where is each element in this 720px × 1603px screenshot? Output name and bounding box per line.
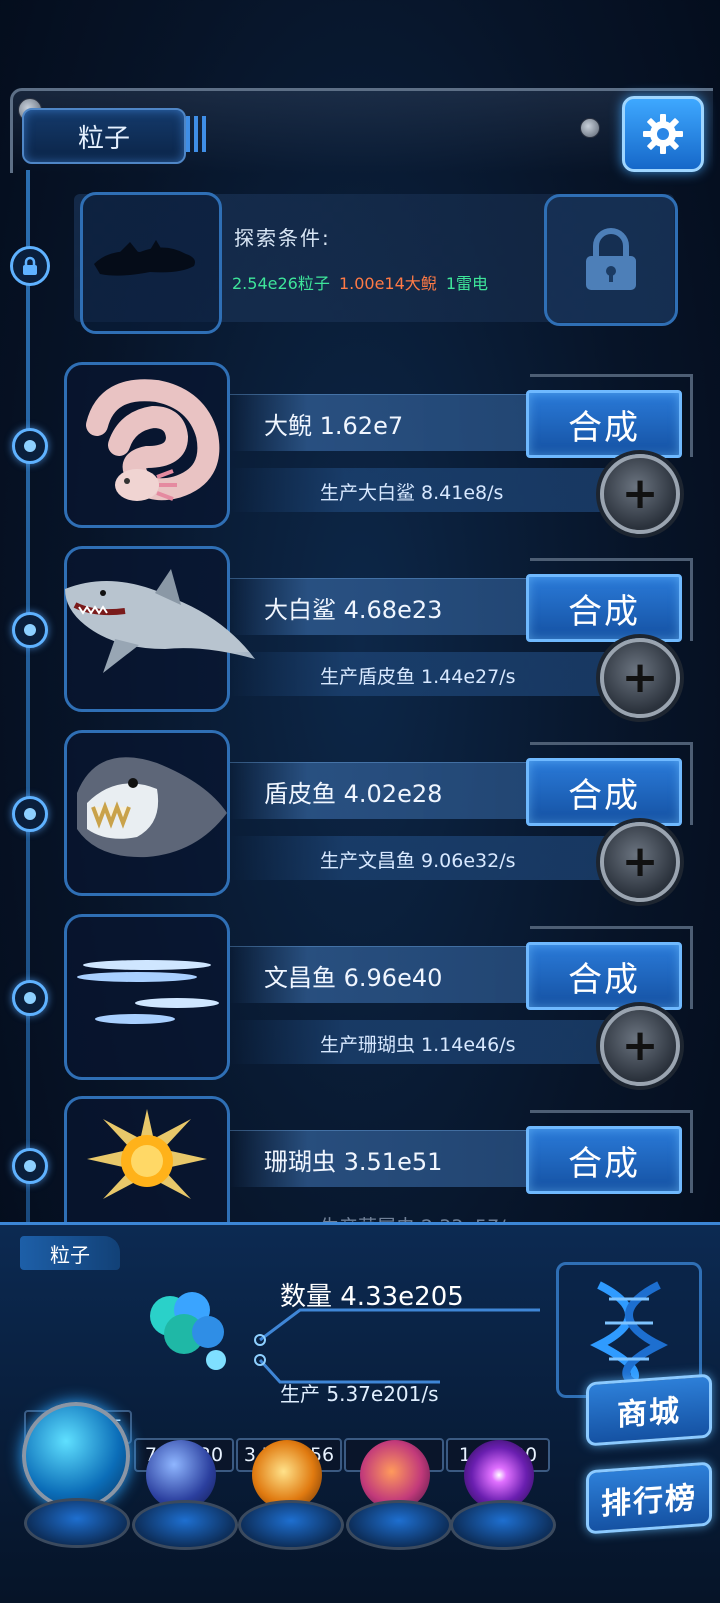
- creature-thumbnail-amphioxus: [64, 914, 230, 1080]
- requirement-particle: 2.54e26粒子: [232, 274, 330, 293]
- coral-polyp-icon: [87, 1109, 207, 1199]
- shark-icon: [65, 569, 255, 673]
- requirement-lightning: 1雷电: [445, 274, 489, 293]
- plus-icon: +: [621, 1020, 659, 1071]
- settings-button[interactable]: [622, 96, 704, 172]
- synthesize-button-placoderm[interactable]: 合成: [526, 758, 682, 826]
- resource-tag: 粒子: [20, 1236, 120, 1270]
- particle-cluster-icon: [150, 1292, 226, 1370]
- production-amphioxus: 生产珊瑚虫 1.14e46/s: [320, 1034, 516, 1056]
- plus-icon: +: [621, 652, 659, 703]
- shop-button[interactable]: 商城: [586, 1373, 712, 1447]
- leaderboard-button[interactable]: 排行榜: [586, 1461, 712, 1535]
- particle-orb-icon[interactable]: [22, 1402, 130, 1510]
- progress-rail: [26, 170, 30, 1230]
- lock-node-icon: [10, 246, 50, 286]
- orb-pedestal: [450, 1500, 556, 1550]
- orb-pedestal: [132, 1500, 238, 1550]
- synthesize-button-amphioxus[interactable]: 合成: [526, 942, 682, 1010]
- salamander-icon: [86, 379, 220, 501]
- rail-node: [12, 428, 48, 464]
- creature-name-coral-polyp: 珊瑚虫 3.51e51: [264, 1148, 443, 1176]
- page-title: 粒子: [22, 108, 186, 164]
- synthesize-button-great-white-shark[interactable]: 合成: [526, 574, 682, 642]
- resource-amount: 数量 4.33e205: [280, 1282, 464, 1312]
- creature-thumbnail-great-white-shark: [64, 546, 255, 712]
- upgrade-plus-button-great-white-shark[interactable]: +: [600, 638, 680, 718]
- creature-silhouette-icon: [94, 240, 195, 276]
- rail-node: [12, 612, 48, 648]
- rail-node: [12, 980, 48, 1016]
- explore-requirements: 2.54e26粒子 1.00e14大鲵 1雷电: [232, 270, 488, 294]
- synthesize-button-giant-salamander[interactable]: 合成: [526, 390, 682, 458]
- creature-name-giant-salamander: 大鲵 1.62e7: [264, 412, 404, 440]
- production-giant-salamander: 生产大白鲨 8.41e8/s: [320, 482, 504, 504]
- rail-node: [12, 1148, 48, 1184]
- orb-pedestal: [24, 1498, 130, 1548]
- creature-name-placoderm: 盾皮鱼 4.02e28: [264, 780, 443, 808]
- upgrade-plus-button-amphioxus[interactable]: +: [600, 1006, 680, 1086]
- explore-condition-label: 探索条件:: [234, 226, 331, 250]
- screw-decoration: [580, 118, 600, 138]
- vent-decoration: [186, 116, 208, 152]
- resource-production: 生产 5.37e201/s: [280, 1382, 439, 1406]
- plus-icon: +: [621, 836, 659, 887]
- locked-slot-button[interactable]: [544, 194, 678, 326]
- plus-icon: +: [621, 468, 659, 519]
- orb-pedestal: [346, 1500, 452, 1550]
- synthesize-button-coral-polyp[interactable]: 合成: [526, 1126, 682, 1194]
- requirement-salamander: 1.00e14大鲵: [338, 274, 437, 293]
- creature-name-amphioxus: 文昌鱼 6.96e40: [264, 964, 443, 992]
- creature-thumbnail-placoderm: [64, 730, 230, 896]
- amphioxus-icon: [77, 960, 219, 1024]
- placoderm-icon: [77, 757, 227, 858]
- creature-name-great-white-shark: 大白鲨 4.68e23: [264, 596, 443, 624]
- production-placoderm: 生产文昌鱼 9.06e32/s: [320, 850, 516, 872]
- padlock-icon: [586, 228, 636, 290]
- creature-thumbnail-giant-salamander: [64, 362, 230, 528]
- production-great-white-shark: 生产盾皮鱼 1.44e27/s: [320, 666, 516, 688]
- gear-icon: [643, 114, 683, 154]
- orb-pedestal: [238, 1500, 344, 1550]
- upgrade-plus-button-giant-salamander[interactable]: +: [600, 454, 680, 534]
- upgrade-plus-button-placoderm[interactable]: +: [600, 822, 680, 902]
